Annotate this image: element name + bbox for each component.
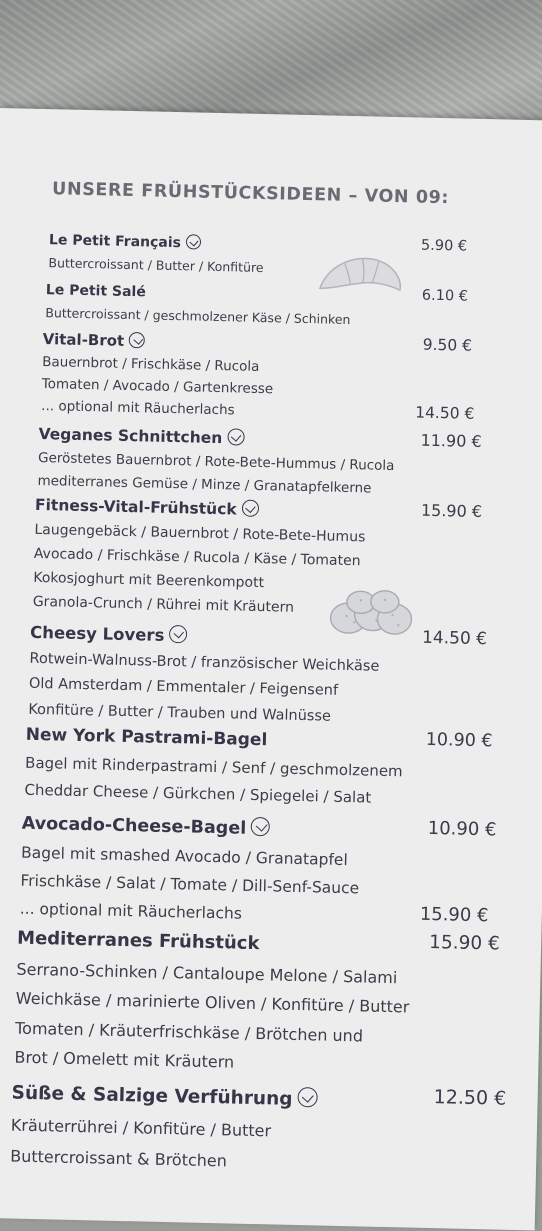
bread-rolls-icon — [329, 590, 413, 635]
vegan-leaf-icon — [241, 499, 259, 517]
item-price: 15.90 € — [428, 931, 501, 955]
item-price: 5.90 € — [420, 237, 468, 255]
menu-header: UNSERE FRÜHSTÜCKSIDEEN – VON 09: — [51, 179, 450, 209]
item-price: 15.90 € — [420, 500, 483, 522]
item-price: 11.90 € — [420, 430, 482, 452]
item-extra-price: 15.90 € — [419, 903, 489, 927]
menu-item: Mediterranes Frühstück 15.90 € Serrano-Sch… — [14, 923, 537, 1084]
item-price: 10.90 € — [425, 729, 493, 752]
vegan-leaf-icon — [297, 1087, 318, 1108]
menu-item: New York Pastrami-Bagel 10.90 € Bagel mit … — [24, 721, 542, 816]
item-name-text: Mediterranes Frühstück — [16, 927, 260, 955]
item-price: 14.50 € — [421, 627, 488, 650]
item-name-text: Veganes Schnittchen — [38, 424, 223, 448]
menu-item: Veganes Schnittchen 11.90 € Geröstetes Bau… — [37, 422, 542, 505]
croissant-icon — [318, 257, 402, 292]
menu-item: Avocado-Cheese-Bagel 10.90 € Bagel mit sma… — [20, 809, 542, 935]
item-name-text: Süße & Salzige Verführung — [11, 1082, 293, 1110]
menu-item: Fitness-Vital-Frühstück 15.90 € Laugengebä… — [33, 492, 542, 626]
item-price: 10.90 € — [427, 817, 497, 841]
menu-item: Vital-Brot 9.50 € Bauernbrot / Frischkäse … — [41, 327, 542, 429]
menu-paper: UNSERE FRÜHSTÜCKSIDEEN – VON 09: Le Peti… — [0, 108, 542, 1231]
vegan-leaf-icon — [185, 234, 202, 250]
item-name-text: Vital-Brot — [42, 330, 125, 350]
item-extra-price: 14.50 € — [414, 403, 475, 423]
vegan-leaf-icon — [227, 428, 245, 446]
item-name-text: Le Petit Salé — [45, 282, 146, 301]
item-name-text: Avocado-Cheese-Bagel — [21, 813, 247, 839]
menu-item: Le Petit Salé 6.10 € Buttercroissant / ges… — [45, 279, 542, 335]
vegan-leaf-icon — [251, 816, 271, 837]
item-price: 6.10 € — [421, 287, 469, 305]
vegan-leaf-icon — [169, 624, 188, 644]
menu-item: Cheesy Lovers 14.50 € Rotwein-Walnuss-Brot… — [28, 619, 542, 735]
item-price: 9.50 € — [422, 335, 473, 355]
menu-item: Le Petit Français 5.90 € Buttercroissant /… — [48, 229, 542, 285]
item-name-text: New York Pastrami-Bagel — [25, 724, 268, 751]
item-price: 12.50 € — [433, 1086, 507, 1110]
vegan-leaf-icon — [129, 331, 146, 349]
item-name-text: Cheesy Lovers — [29, 622, 165, 645]
menu-item: Süße & Salzige Verführung 12.50 € Kräuterr… — [10, 1077, 532, 1184]
item-name-text: Le Petit Français — [48, 232, 182, 252]
item-name-text: Fitness-Vital-Frühstück — [34, 495, 237, 519]
